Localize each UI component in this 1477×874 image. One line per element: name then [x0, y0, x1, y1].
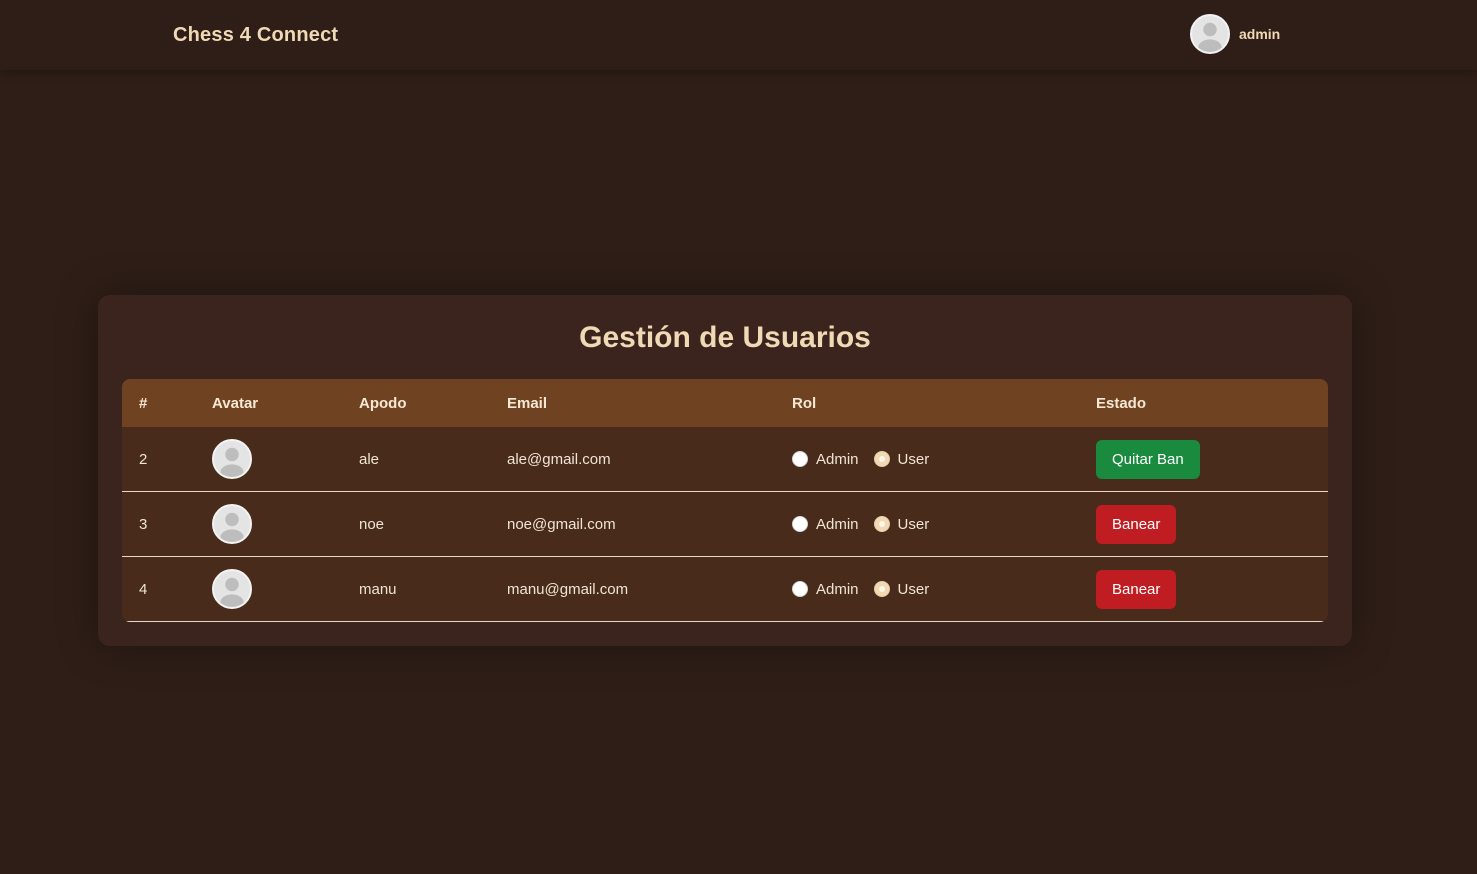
row-avatar-cell — [212, 427, 252, 491]
radio-label-admin[interactable]: Admin — [816, 451, 859, 468]
column-header-rol: Rol — [792, 395, 817, 412]
row-apodo: ale — [359, 450, 380, 468]
radio-label-user[interactable]: User — [898, 451, 930, 468]
row-email: manu@gmail.com — [507, 580, 629, 598]
radio-admin[interactable] — [792, 451, 808, 467]
brand-logo-text[interactable]: Chess 4 Connect — [173, 24, 338, 47]
user-avatar-icon — [212, 569, 252, 609]
unban-button[interactable]: Quitar Ban — [1096, 439, 1200, 479]
row-avatar-cell — [212, 492, 252, 556]
ban-button[interactable]: Banear — [1096, 569, 1177, 609]
radio-admin[interactable] — [792, 581, 808, 597]
radio-user[interactable] — [873, 451, 890, 467]
radio-label-user[interactable]: User — [898, 516, 930, 533]
user-menu[interactable]: admin — [1190, 14, 1280, 54]
row-estado: Banear — [1096, 557, 1177, 621]
user-avatar-icon — [212, 504, 252, 544]
column-header-apodo: Apodo — [359, 395, 407, 412]
row-apodo: noe — [359, 515, 385, 533]
radio-admin[interactable] — [792, 516, 808, 532]
table-header: # Avatar Apodo Email Rol Estado — [122, 379, 1328, 427]
username-label[interactable]: admin — [1239, 26, 1280, 42]
users-table: # Avatar Apodo Email Rol Estado 2 ale al… — [122, 379, 1328, 622]
radio-user[interactable] — [873, 581, 890, 597]
row-id: 3 — [139, 515, 148, 533]
user-avatar-icon[interactable] — [1190, 14, 1230, 54]
page-title: Gestión de Usuarios — [579, 321, 871, 354]
row-email: ale@gmail.com — [507, 450, 611, 468]
top-navbar: Chess 4 Connect admin — [0, 0, 1477, 70]
user-avatar-icon — [212, 439, 252, 479]
row-rol: Admin User — [792, 557, 944, 621]
radio-label-admin[interactable]: Admin — [816, 581, 859, 598]
table-row: 2 ale ale@gmail.com Admin User Quitar Ba… — [122, 427, 1328, 492]
table-row: 3 noe noe@gmail.com Admin User Banear — [122, 492, 1328, 557]
column-header-avatar: Avatar — [212, 395, 259, 412]
row-id: 4 — [139, 580, 148, 598]
row-email: noe@gmail.com — [507, 515, 616, 533]
table-row: 4 manu manu@gmail.com Admin User Banear — [122, 557, 1328, 622]
column-header-email: Email — [507, 395, 548, 412]
column-header-id: # — [139, 395, 148, 412]
radio-label-user[interactable]: User — [898, 581, 930, 598]
column-header-estado: Estado — [1096, 395, 1147, 412]
row-rol: Admin User — [792, 427, 944, 491]
row-rol: Admin User — [792, 492, 944, 556]
radio-label-admin[interactable]: Admin — [816, 516, 859, 533]
row-id: 2 — [139, 450, 148, 468]
radio-user[interactable] — [873, 516, 890, 532]
row-estado: Banear — [1096, 492, 1177, 556]
row-estado: Quitar Ban — [1096, 427, 1200, 491]
user-management-card: Gestión de Usuarios # Avatar Apodo Email… — [98, 295, 1352, 646]
row-apodo: manu — [359, 580, 397, 598]
ban-button[interactable]: Banear — [1096, 504, 1177, 544]
row-avatar-cell — [212, 557, 252, 621]
